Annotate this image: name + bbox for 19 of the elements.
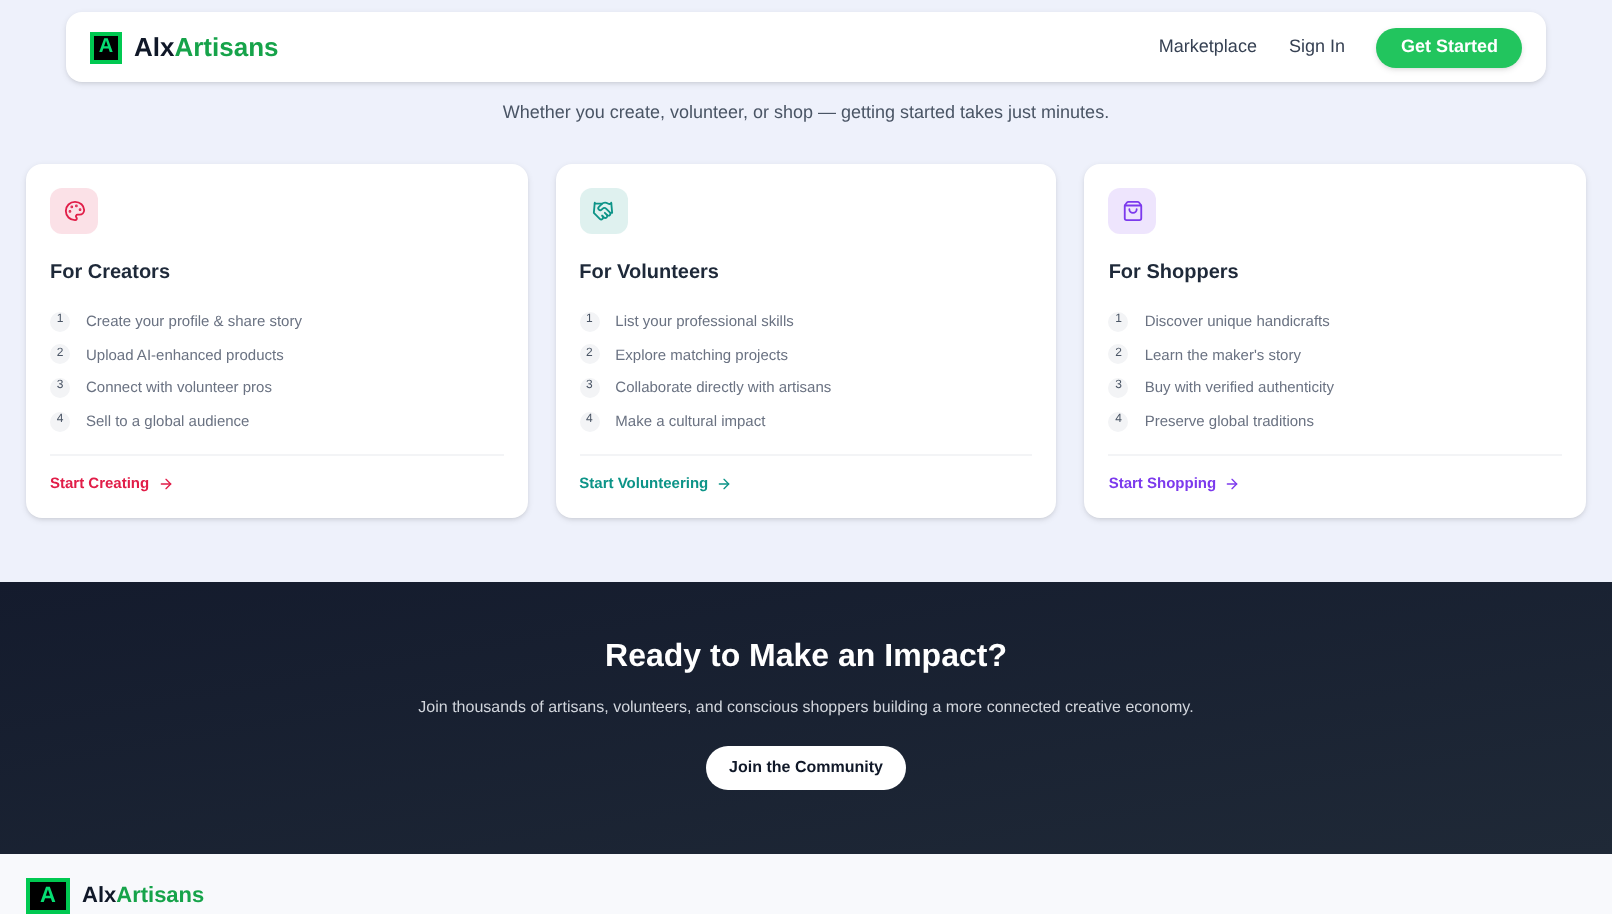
nav-link[interactable]: Sign In xyxy=(1288,33,1345,61)
card-title: For Creators xyxy=(50,260,173,289)
handshake-icon xyxy=(592,200,615,223)
bag-icon xyxy=(1121,200,1144,223)
cta-text: Join thousands of artisans, volunteers, and conscious shoppers building a more connected creative economy. xyxy=(416,696,1196,721)
brand-name[interactable]: AlxArtisans xyxy=(82,885,205,908)
subtitle: Whether you create, volunteer, or shop — getting started takes just minutes. xyxy=(500,99,1112,126)
arrow-icon xyxy=(157,475,174,492)
logo-icon: A xyxy=(90,31,122,63)
nav-link[interactable]: Marketplace xyxy=(1158,33,1257,61)
brand-name[interactable]: AlxArtisans xyxy=(134,34,279,60)
cta-title: Ready to Make an Impact? xyxy=(605,638,1007,679)
arrow-icon xyxy=(716,475,733,492)
card-title: For Shoppers xyxy=(1108,260,1241,289)
palette-icon xyxy=(63,200,85,223)
logo-icon: A xyxy=(26,878,70,914)
join-community-button[interactable]: Join the Community xyxy=(705,746,907,791)
arrow-icon xyxy=(1224,475,1241,492)
card-title: For Volunteers xyxy=(579,260,721,289)
